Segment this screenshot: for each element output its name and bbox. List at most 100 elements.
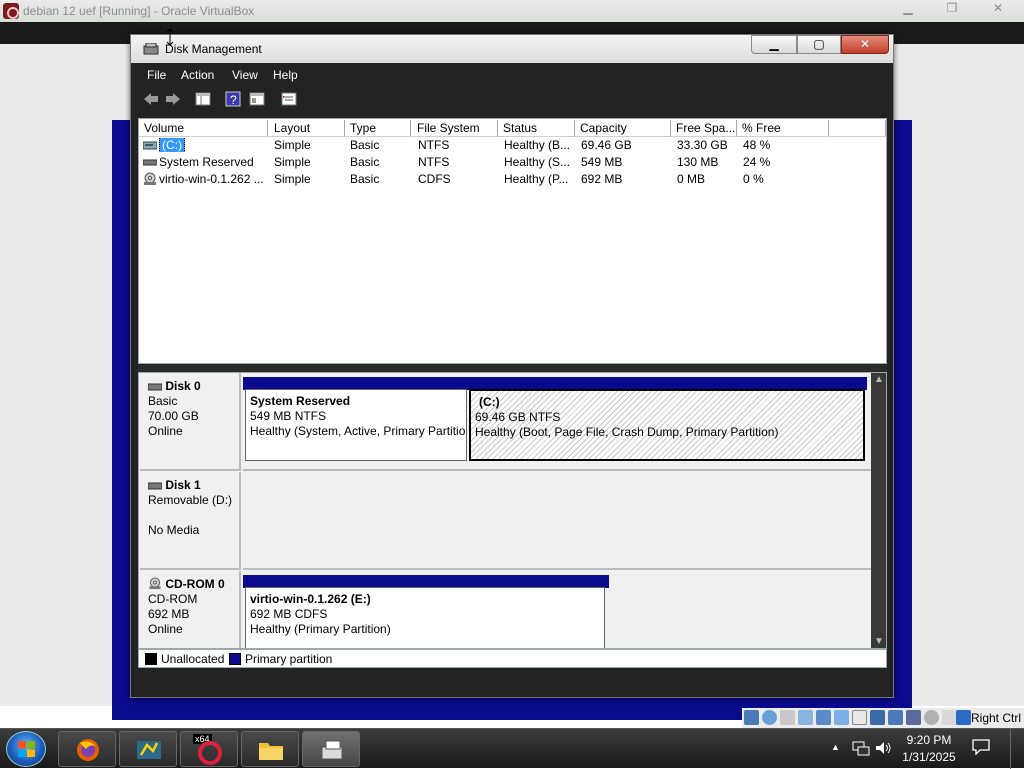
graphical-view-scrollbar[interactable]: ▲ ▼ (871, 373, 886, 648)
network-tray-icon[interactable] (852, 741, 870, 756)
taskbar-x64-app[interactable]: x64 (180, 731, 238, 767)
host-minimize-button[interactable]: ▁ (888, 0, 928, 18)
volume-name: (C:) (159, 138, 185, 152)
table-row[interactable]: (C:) Simple Basic NTFS Healthy (B... 69.… (139, 137, 886, 154)
taskbar-network-app[interactable] (119, 731, 177, 767)
windows-logo-icon (18, 741, 35, 757)
status-bar (135, 671, 889, 695)
free-space-cell: 33.30 GB (677, 138, 728, 152)
scroll-up-arrow[interactable]: ▲ (874, 375, 884, 385)
volume-drive-icon (143, 141, 157, 150)
layout-cell: Simple (274, 172, 311, 186)
floppy-drive-icon[interactable] (780, 710, 795, 725)
partition-virtio-win[interactable]: virtio-win-0.1.262 (E:) 692 MB CDFS Heal… (245, 587, 605, 648)
menu-file[interactable]: File (147, 68, 166, 82)
start-button[interactable] (6, 731, 46, 767)
mouse-integration-icon[interactable] (924, 710, 939, 725)
menu-help[interactable]: Help (273, 68, 298, 82)
cpu-icon[interactable] (906, 710, 921, 725)
help-icon[interactable]: ? (225, 91, 241, 107)
cdrom-0-partitions: virtio-win-0.1.262 (E:) 692 MB CDFS Heal… (243, 571, 871, 648)
recording-icon[interactable] (888, 710, 903, 725)
host-key-icon[interactable] (956, 710, 971, 725)
partition-c-drive[interactable]: (C:) 69.46 GB NTFS Healthy (Boot, Page F… (469, 389, 865, 461)
show-hidden-icons-arrow[interactable]: ▲ (831, 742, 840, 752)
pane-splitter[interactable] (138, 365, 887, 372)
cd-rom-icon (144, 172, 156, 185)
usb-icon[interactable] (834, 710, 849, 725)
disk-name: CD-ROM 0 (165, 577, 225, 591)
keyboard-icon[interactable] (942, 710, 957, 725)
properties-icon[interactable] (249, 91, 265, 107)
host-close-button[interactable]: ✕ (978, 0, 1018, 18)
forward-arrow-icon[interactable] (165, 91, 181, 107)
hard-disk-icon (147, 383, 163, 391)
virtualbox-status-bar: Right Ctrl (742, 708, 1024, 728)
show-desktop-button[interactable] (1010, 729, 1024, 769)
cdrom-0-label[interactable]: CD-ROM 0 CD-ROM 692 MB Online (140, 571, 241, 648)
column-header-type[interactable]: Type (345, 120, 411, 137)
audio-icon[interactable] (798, 710, 813, 725)
hard-disk-activity-icon[interactable] (744, 710, 759, 725)
taskbar-file-explorer[interactable] (241, 731, 299, 767)
capacity-cell: 69.46 GB (581, 138, 632, 152)
type-cell: Basic (350, 138, 380, 152)
optical-drive-icon[interactable] (762, 710, 777, 725)
column-header-volume[interactable]: Volume (139, 120, 268, 137)
taskbar: x64 ▲ 9:20 PM 1/31/2025 (0, 728, 1024, 769)
removable-disk-icon (147, 482, 163, 490)
partition-system-reserved[interactable]: System Reserved 549 MB NTFS Healthy (Sys… (245, 389, 467, 461)
free-space-cell: 0 MB (677, 172, 706, 186)
clock-date[interactable]: 1/31/2025 (896, 750, 962, 764)
window-title: Disk Management (165, 42, 262, 56)
back-arrow-icon[interactable] (143, 91, 159, 107)
legend-primary-partition: Primary partition (245, 652, 333, 666)
percent-free-cell: 0 % (743, 172, 764, 186)
network-app-icon (137, 741, 161, 759)
disk-1-area[interactable] (243, 472, 871, 570)
file-system-cell: CDFS (418, 172, 451, 186)
column-header-free-space[interactable]: Free Spa... (671, 120, 737, 137)
column-header-capacity[interactable]: Capacity (575, 120, 671, 137)
column-header-status[interactable]: Status (498, 120, 575, 137)
taskbar-disk-management[interactable] (302, 731, 360, 767)
cd-rom-icon (149, 577, 161, 590)
column-header-file-system[interactable]: File System (412, 120, 498, 137)
disk-state: Online (148, 622, 183, 636)
layout-cell: Simple (274, 138, 311, 152)
percent-free-cell: 48 % (743, 138, 771, 152)
volume-tray-icon[interactable] (875, 740, 893, 756)
unallocated-swatch (145, 653, 157, 665)
scroll-down-arrow[interactable]: ▼ (874, 637, 884, 647)
disk-0-partitions: System Reserved 549 MB NTFS Healthy (Sys… (243, 373, 871, 471)
maximize-button[interactable]: ▢ (797, 35, 841, 54)
column-header-percent-free[interactable]: % Free (737, 120, 829, 137)
host-maximize-button[interactable]: ❐ (932, 0, 972, 18)
legend-unallocated: Unallocated (161, 652, 225, 666)
disk-0-label[interactable]: Disk 0 Basic 70.00 GB Online (140, 373, 241, 471)
table-row[interactable]: System Reserved Simple Basic NTFS Health… (139, 154, 886, 171)
shared-folders-icon[interactable] (852, 710, 867, 725)
percent-free-cell: 24 % (743, 155, 771, 169)
firefox-icon (77, 739, 99, 761)
taskbar-firefox[interactable] (58, 731, 116, 767)
network-icon[interactable] (816, 710, 831, 725)
minimize-button[interactable]: ▁ (751, 35, 797, 54)
show-hide-console-tree-icon[interactable] (195, 91, 211, 107)
disk-state: No Media (148, 523, 200, 537)
settings-list-icon[interactable] (281, 91, 297, 107)
display-icon[interactable] (870, 710, 885, 725)
partition-size: 69.46 GB NTFS (475, 410, 561, 424)
menu-view[interactable]: View (232, 68, 258, 82)
partition-name: (C:) (479, 395, 500, 409)
close-button[interactable]: ✕ (841, 35, 889, 54)
menu-action[interactable]: Action (181, 68, 214, 82)
notification-icon[interactable] (972, 739, 990, 755)
window-titlebar[interactable]: Disk Management ▁ ▢ ✕ (131, 35, 893, 63)
disk-1-label[interactable]: Disk 1 Removable (D:) No Media (140, 472, 241, 570)
layout-cell: Simple (274, 155, 311, 169)
table-row[interactable]: virtio-win-0.1.262 ... Simple Basic CDFS… (139, 171, 886, 188)
column-header-layout[interactable]: Layout (269, 120, 345, 137)
clock-time[interactable]: 9:20 PM (896, 733, 962, 747)
partition-status: Healthy (System, Active, Primary Partiti… (250, 424, 467, 438)
